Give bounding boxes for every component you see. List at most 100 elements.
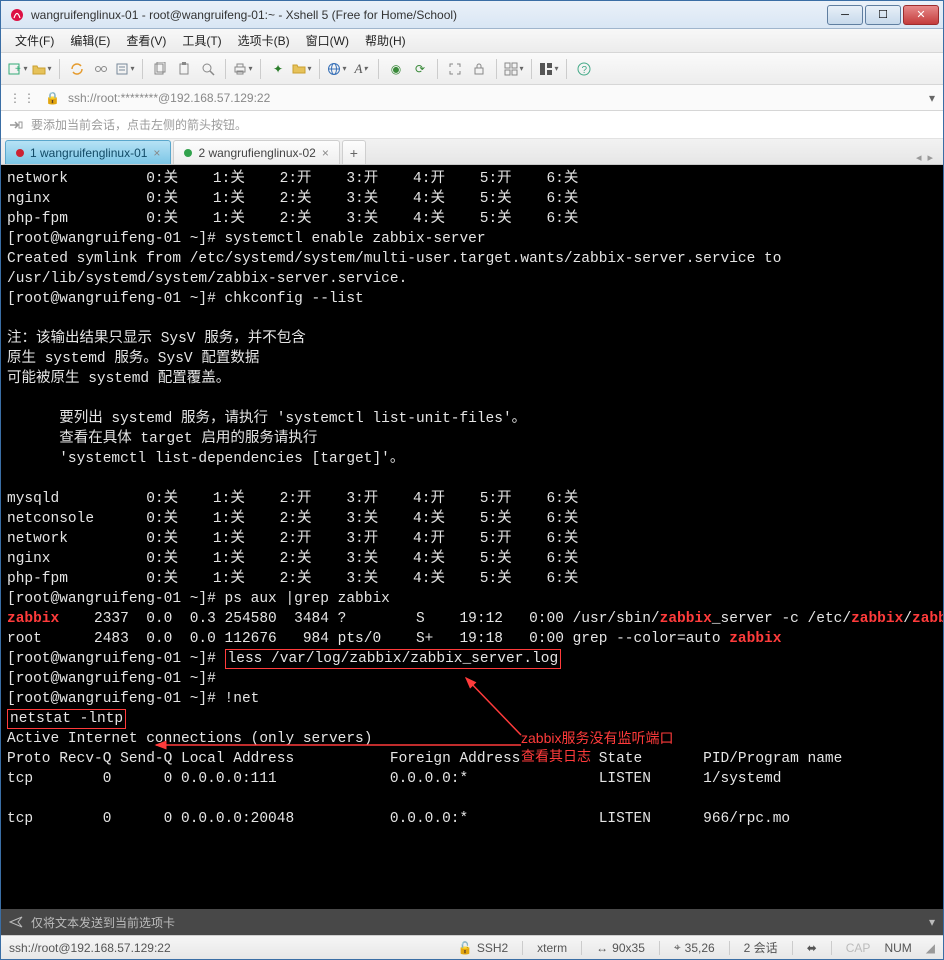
script-run-button[interactable]: ⟳ [409, 58, 431, 80]
tab-scroll-arrows[interactable]: ◂▸ [916, 151, 939, 164]
tile-button[interactable]: ▾ [503, 58, 525, 80]
term-line: [root@wangruifeng-01 ~]# [7, 671, 216, 687]
term-zabbix: zabbix [660, 611, 712, 627]
term-line: Active Internet connections (only server… [7, 731, 372, 747]
window-title: wangruifenglinux-01 - root@wangruifeng-0… [31, 8, 825, 22]
term-line: [root@wangruifeng-01 ~]# [7, 651, 225, 667]
lock-icon: 🔒 [45, 91, 60, 105]
close-button[interactable]: ✕ [903, 5, 939, 25]
term-line: network 0:关 1:关 2:开 3:开 4:开 5:开 6:关 [7, 171, 578, 187]
hint-bar: 要添加当前会话，点击左侧的箭头按钮。 [1, 111, 943, 139]
svg-text:+: + [15, 64, 21, 75]
address-text[interactable]: ssh://root:********@192.168.57.129:22 [68, 91, 270, 105]
term-line: Proto Recv-Q Send-Q Local Address Foreig… [7, 751, 842, 767]
menu-bar: 文件(F) 编辑(E) 查看(V) 工具(T) 选项卡(B) 窗口(W) 帮助(… [1, 29, 943, 53]
chevron-right-icon[interactable]: ▸ [927, 151, 933, 164]
compose-bar: 仅将文本发送到当前选项卡 ▾ [1, 909, 943, 935]
tab-add-button[interactable]: + [342, 140, 366, 164]
menu-view[interactable]: 查看(V) [118, 29, 174, 52]
menu-tabs[interactable]: 选项卡(B) [230, 29, 298, 52]
tab-close-icon[interactable]: × [322, 146, 329, 160]
status-connect-icon: ⬌ [807, 941, 817, 955]
term-line: / [903, 611, 912, 627]
term-line: 'systemctl list-dependencies [target]'。 [7, 451, 404, 467]
history-dropdown-icon[interactable]: ▾ [929, 91, 935, 105]
term-line: tcp 0 0 0.0.0.0:20048 0.0.0.0:* LISTEN 9… [7, 811, 790, 827]
tab-label: 1 wangruifenglinux-01 [30, 146, 147, 160]
help-button[interactable]: ? [573, 58, 595, 80]
status-size: ↔90x35 [596, 941, 645, 955]
menu-help[interactable]: 帮助(H) [357, 29, 414, 52]
send-icon[interactable] [9, 915, 23, 929]
new-session-button[interactable]: +▾ [7, 58, 29, 80]
arrow-add-icon[interactable] [9, 118, 23, 132]
term-line: nginx 0:关 1:关 2:关 3:关 4:关 5:关 6:关 [7, 551, 578, 567]
lock-icon: 🔓 [458, 941, 473, 955]
globe-button[interactable]: ▾ [326, 58, 348, 80]
term-line: 2337 0.0 0.3 254580 3484 ? S 19:12 0:00 … [59, 611, 659, 627]
status-cap: CAP [846, 941, 871, 955]
highlighted-command-netstat: netstat -lntp [7, 709, 126, 729]
term-line: [root@wangruifeng-01 ~]# chkconfig --lis… [7, 291, 364, 307]
terminal[interactable]: network 0:关 1:关 2:开 3:开 4:开 5:开 6:关 ngin… [1, 165, 943, 909]
reconnect-button[interactable] [66, 58, 88, 80]
status-cursor: ⌖35,26 [674, 940, 715, 955]
copy-button[interactable] [149, 58, 171, 80]
separator [437, 59, 438, 79]
tab-session-1[interactable]: 1 wangruifenglinux-01 × [5, 140, 171, 164]
tab-status-icon [16, 149, 24, 157]
lock-button[interactable] [468, 58, 490, 80]
menu-window[interactable]: 窗口(W) [298, 29, 357, 52]
term-line: php-fpm 0:关 1:关 2:关 3:关 4:关 5:关 6:关 [7, 571, 578, 587]
separator [319, 59, 320, 79]
term-line: tcp 0 0 0.0.0.0:111 0.0.0.0:* LISTEN 1/s… [7, 771, 781, 787]
font-button[interactable]: A▾ [350, 58, 372, 80]
compose-dropdown-icon[interactable]: ▾ [929, 915, 935, 929]
properties-button[interactable]: ▾ [114, 58, 136, 80]
term-line: [root@wangruifeng-01 ~]# ps aux |grep za… [7, 591, 390, 607]
term-line: nginx 0:关 1:关 2:关 3:关 4:关 5:关 6:关 [7, 191, 578, 207]
cursor-icon: ⌖ [674, 940, 681, 955]
menu-file[interactable]: 文件(F) [7, 29, 62, 52]
menu-edit[interactable]: 编辑(E) [62, 29, 118, 52]
xftp-button[interactable]: ✦ [267, 58, 289, 80]
chevron-left-icon[interactable]: ◂ [916, 151, 922, 164]
menu-tools[interactable]: 工具(T) [174, 29, 229, 52]
term-line: _server -c /etc/ [712, 611, 851, 627]
hint-text: 要添加当前会话，点击左侧的箭头按钮。 [31, 116, 247, 133]
paste-button[interactable] [173, 58, 195, 80]
resize-grip-icon[interactable]: ◢ [926, 941, 935, 955]
svg-text:?: ? [582, 65, 588, 76]
print-button[interactable]: ▾ [232, 58, 254, 80]
compose-hint[interactable]: 仅将文本发送到当前选项卡 [31, 914, 175, 931]
term-line: mysqld 0:关 1:关 2:开 3:开 4:开 5:开 6:关 [7, 491, 578, 507]
status-term: xterm [537, 941, 567, 955]
transfer-button[interactable]: ▾ [291, 58, 313, 80]
address-grip-icon[interactable]: ⋮⋮ [9, 91, 37, 105]
separator [378, 59, 379, 79]
script-button[interactable]: ◉ [385, 58, 407, 80]
term-line: 可能被原生 systemd 配置覆盖。 [7, 371, 230, 387]
fullscreen-button[interactable] [444, 58, 466, 80]
find-button[interactable] [197, 58, 219, 80]
term-line: 注：该输出结果只显示 SysV 服务，并不包含 [7, 331, 306, 347]
separator [260, 59, 261, 79]
toolbar: +▾ ▾ ▾ ▾ ✦ ▾ ▾ A▾ ◉ ⟳ ▾ ▾ ? [1, 53, 943, 85]
term-line: Created symlink from /etc/systemd/system… [7, 251, 790, 287]
term-line: [root@wangruifeng-01 ~]# systemctl enabl… [7, 231, 486, 247]
window-titlebar: wangruifenglinux-01 - root@wangruifeng-0… [1, 1, 943, 29]
tab-session-2[interactable]: 2 wangrufienglinux-02 × [173, 140, 339, 164]
separator [566, 59, 567, 79]
term-line: 查看在具体 target 启用的服务请执行 [7, 431, 317, 447]
tab-close-icon[interactable]: × [153, 146, 160, 160]
tab-strip: 1 wangruifenglinux-01 × 2 wangrufienglin… [1, 139, 943, 165]
term-zabbix: zabbix [851, 611, 903, 627]
layout-button[interactable]: ▾ [538, 58, 560, 80]
status-ssh: 🔓SSH2 [458, 941, 508, 955]
open-button[interactable]: ▾ [31, 58, 53, 80]
status-bar: ssh://root@192.168.57.129:22 🔓SSH2 xterm… [1, 935, 943, 959]
minimize-button[interactable]: ─ [827, 5, 863, 25]
maximize-button[interactable]: ☐ [865, 5, 901, 25]
disconnect-button[interactable] [90, 58, 112, 80]
address-bar: ⋮⋮ 🔒 ssh://root:********@192.168.57.129:… [1, 85, 943, 111]
